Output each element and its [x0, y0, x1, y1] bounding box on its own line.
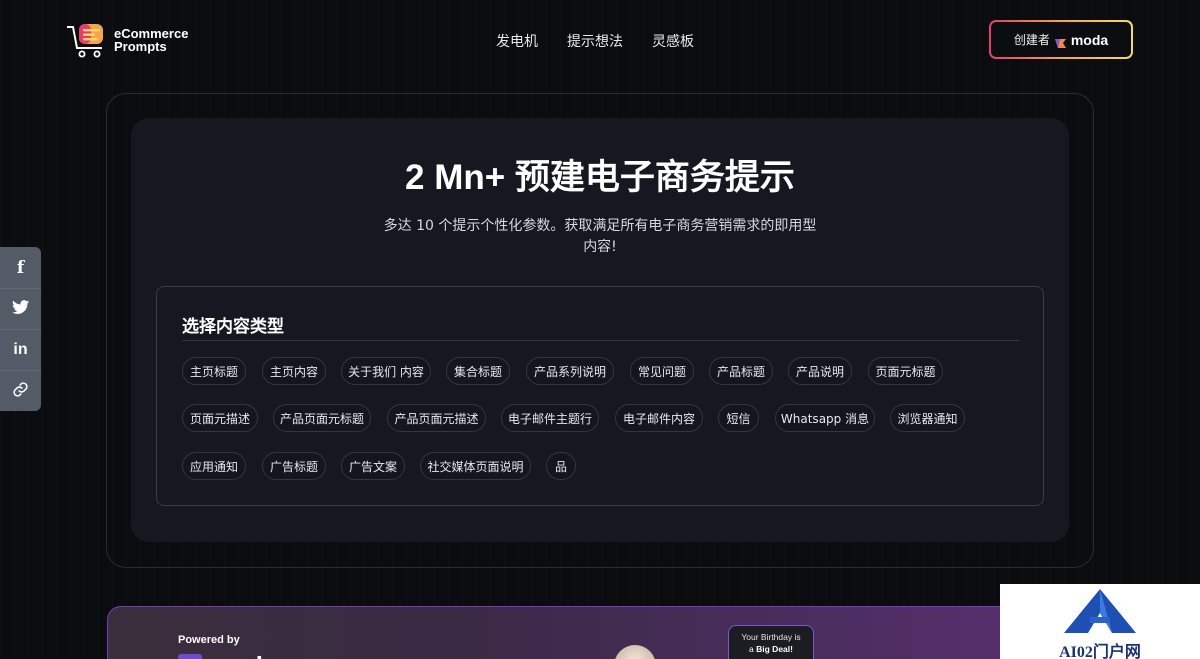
- chip-ad-copy[interactable]: 广告文案: [341, 452, 405, 480]
- page-title: 2 Mn+ 预建电子商务提示: [405, 158, 795, 197]
- subtitle-line-2: 内容!: [583, 239, 617, 255]
- chip-whatsapp-message[interactable]: Whatsapp 消息: [775, 404, 875, 432]
- moda-brand-text: moda: [1070, 31, 1109, 48]
- chip-faq[interactable]: 常见问题: [630, 357, 694, 385]
- social-share-bar: f in: [0, 247, 41, 411]
- facebook-share-button[interactable]: f: [0, 247, 41, 288]
- brand-logo[interactable]: eCommerce Prompts: [66, 20, 206, 60]
- promo-line-2-bold: Big Deal!: [756, 644, 793, 654]
- chip-product-title[interactable]: 产品标题: [709, 357, 773, 385]
- chip-brand[interactable]: 品: [546, 452, 576, 480]
- brand-line2: Prompts: [114, 39, 167, 54]
- facebook-icon: f: [16, 257, 25, 278]
- model-photo: [614, 645, 656, 659]
- moda-banner-logo-icon: [178, 654, 202, 659]
- content-type-heading: 选择内容类型: [182, 317, 284, 336]
- twitter-icon: [11, 299, 30, 319]
- moda-logo-icon: [1054, 34, 1067, 48]
- chip-home-title[interactable]: 主页标题: [182, 357, 246, 385]
- content-type-divider: [182, 340, 1019, 341]
- brand-name: eCommerce Prompts: [114, 27, 188, 53]
- link-icon: [12, 381, 29, 402]
- linkedin-share-button[interactable]: in: [0, 329, 41, 370]
- linkedin-icon: in: [13, 341, 28, 358]
- nav-generator[interactable]: 发电机: [496, 31, 538, 51]
- chip-ad-headline[interactable]: 广告标题: [262, 452, 326, 480]
- chip-product-page-meta-title[interactable]: 产品页面元标题: [273, 404, 371, 432]
- chip-collection-description[interactable]: 产品系列说明: [526, 357, 614, 385]
- copy-link-button[interactable]: [0, 370, 41, 411]
- chip-app-notification[interactable]: 应用通知: [182, 452, 246, 480]
- chip-browser-notification[interactable]: 浏览器通知: [890, 404, 965, 432]
- powered-by-banner[interactable]: Powered by moda Your Birthday is a Big D…: [107, 606, 1093, 659]
- main-nav: 发电机 提示想法 灵感板: [496, 31, 694, 51]
- birthday-promo-card: Your Birthday is a Big Deal!: [728, 625, 814, 659]
- watermark-text: AI02门户网: [1059, 644, 1141, 659]
- chip-social-media-page-description[interactable]: 社交媒体页面说明: [420, 452, 531, 480]
- promo-line-2: a Big Deal!: [749, 644, 793, 654]
- watermark-logo-icon: [1060, 587, 1140, 635]
- promo-line-1: Your Birthday is: [741, 632, 801, 642]
- chip-page-meta-description[interactable]: 页面元描述: [182, 404, 258, 432]
- chip-email-content[interactable]: 电子邮件内容: [615, 404, 703, 432]
- created-by-label: 创建者: [1013, 33, 1050, 47]
- chip-page-meta-title[interactable]: 页面元标题: [868, 357, 943, 385]
- created-by-moda-button[interactable]: 创建者 moda: [989, 20, 1133, 59]
- chip-product-page-meta-description[interactable]: 产品页面元描述: [387, 404, 486, 432]
- cart-logo-icon: [66, 21, 110, 59]
- nav-prompt-ideas[interactable]: 提示想法: [567, 31, 623, 51]
- chip-product-description[interactable]: 产品说明: [788, 357, 852, 385]
- site-watermark: AI02门户网: [1000, 584, 1200, 659]
- chip-collection-title[interactable]: 集合标题: [446, 357, 510, 385]
- chip-about-us[interactable]: 关于我们 内容: [341, 357, 431, 385]
- nav-inspiration-board[interactable]: 灵感板: [652, 31, 694, 51]
- twitter-share-button[interactable]: [0, 288, 41, 329]
- chip-home-content[interactable]: 主页内容: [262, 357, 326, 385]
- page-subtitle: 多达 10 个提示个性化参数。获取满足所有电子商务营销需求的即用型 内容!: [370, 216, 830, 258]
- subtitle-line-1: 多达 10 个提示个性化参数。获取满足所有电子商务营销需求的即用型: [383, 218, 817, 234]
- moda-banner-logo-text: moda: [208, 651, 277, 659]
- powered-by-label: Powered by: [178, 634, 240, 646]
- chip-email-subject-line[interactable]: 电子邮件主题行: [501, 404, 599, 432]
- chip-sms[interactable]: 短信: [718, 404, 759, 432]
